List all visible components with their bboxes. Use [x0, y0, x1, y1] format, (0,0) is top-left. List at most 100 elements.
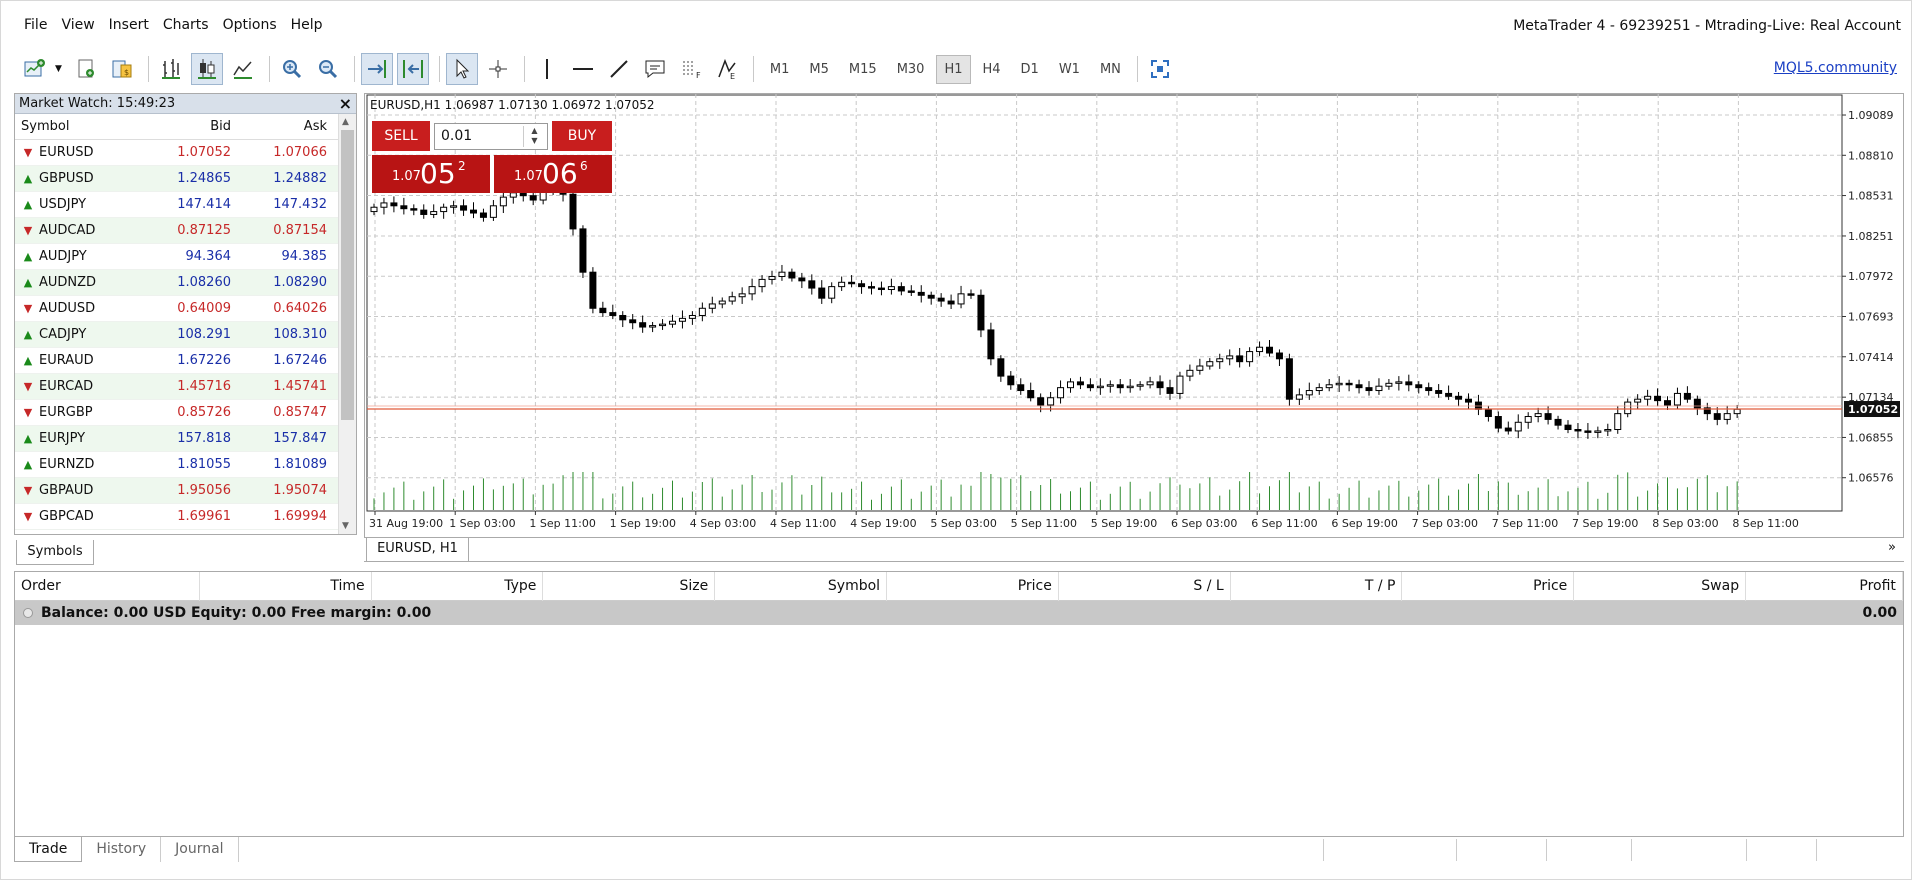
market-watch-button[interactable]: $ [106, 53, 138, 85]
column-symbol[interactable]: Symbol [15, 119, 141, 134]
market-watch-row[interactable]: ▼ GBPAUD 1.95056 1.95074 [15, 478, 356, 504]
tab-eurusd-h1[interactable]: EURUSD, H1 [366, 538, 469, 562]
ask-cell: 1.95074 [273, 483, 327, 498]
market-watch-row[interactable]: ▲ EURAUD 1.67226 1.67246 [15, 348, 356, 374]
buy-button[interactable]: BUY [552, 121, 612, 151]
menu-help[interactable]: Help [284, 17, 330, 33]
terminal-column-header[interactable]: Price [1402, 571, 1575, 601]
timeframe-m1[interactable]: M1 [762, 55, 798, 84]
candle-body [738, 293, 746, 298]
timeframe-mn[interactable]: MN [1092, 55, 1129, 84]
symbol-name: EURUSD [39, 145, 94, 160]
market-watch-row[interactable]: ▼ EURUSD 1.07052 1.07066 [15, 140, 356, 166]
candle-body [728, 296, 736, 302]
buy-price[interactable]: 1.07 06 6 [494, 155, 612, 193]
expert-button[interactable]: E [711, 53, 743, 85]
auto-scroll-button[interactable] [360, 53, 393, 85]
bid-cell: 1.07052 [177, 145, 231, 160]
zoom-out-button[interactable] [312, 53, 344, 85]
menu-bar: File View Insert Charts Options Help Met… [1, 1, 1911, 49]
x-tick-label: 8 Sep 11:00 [1732, 517, 1798, 530]
market-watch-row[interactable]: ▼ AUDUSD 0.64009 0.64026 [15, 296, 356, 322]
dropdown-arrow-icon[interactable]: ▼ [55, 64, 62, 74]
column-bid[interactable]: Bid [141, 119, 237, 134]
scroll-down-icon[interactable]: ▼ [342, 521, 349, 531]
market-watch-row[interactable]: ▲ AUDNZD 1.08260 1.08290 [15, 270, 356, 296]
sell-price-sup: 2 [458, 159, 466, 173]
symbol-name: EURJPY [39, 431, 86, 446]
column-ask[interactable]: Ask [237, 119, 333, 134]
x-tick-label: 6 Sep 11:00 [1251, 517, 1317, 530]
timeframe-m5[interactable]: M5 [801, 55, 837, 84]
candle-body [1096, 385, 1104, 389]
terminal-column-header[interactable]: Symbol [715, 571, 888, 601]
lot-spinner[interactable]: ▲ ▼ [523, 126, 545, 147]
fullscreen-button[interactable] [1144, 53, 1176, 85]
balance-row[interactable]: Balance: 0.00 USD Equity: 0.00 Free marg… [15, 601, 1903, 625]
arrow-up-icon: ▲ [23, 432, 33, 445]
terminal-column-header[interactable]: Time [200, 571, 372, 601]
terminal-column-header[interactable]: Size [543, 571, 716, 601]
menu-charts[interactable]: Charts [156, 17, 216, 33]
profiles-button[interactable] [70, 53, 102, 85]
market-watch-row[interactable]: ▲ EURNZD 1.81055 1.81089 [15, 452, 356, 478]
scroll-up-icon[interactable]: ▲ [342, 117, 349, 127]
terminal-column-header[interactable]: Type [372, 571, 544, 601]
fibonacci-button[interactable]: F [675, 53, 707, 85]
market-watch-row[interactable]: ▲ CADJPY 108.291 108.310 [15, 322, 356, 348]
zoom-in-icon [282, 60, 301, 79]
cursor-button[interactable] [445, 53, 478, 85]
timeframe-h1[interactable]: H1 [936, 54, 971, 84]
zoom-in-button[interactable] [276, 53, 308, 85]
market-watch-row[interactable]: ▲ GBPUSD 1.24865 1.24882 [15, 166, 356, 192]
menu-file[interactable]: File [17, 17, 54, 33]
market-watch-row[interactable]: ▼ AUDCAD 0.87125 0.87154 [15, 218, 356, 244]
timeframe-w1[interactable]: W1 [1051, 55, 1088, 84]
lot-size-input[interactable]: 0.01 ▲ ▼ [434, 123, 548, 150]
market-watch-row[interactable]: ▼ GBPCAD 1.69961 1.69994 [15, 504, 356, 530]
market-watch-row[interactable]: ▼ EURCAD 1.45716 1.45741 [15, 374, 356, 400]
timeframe-d1[interactable]: D1 [1013, 55, 1047, 84]
terminal-column-header[interactable]: S / L [1059, 571, 1231, 601]
terminal-column-header[interactable]: T / P [1231, 571, 1403, 601]
terminal-column-header[interactable]: Swap [1574, 571, 1747, 601]
market-watch-row[interactable]: ▲ AUDJPY 94.364 94.385 [15, 244, 356, 270]
candle-body [1335, 382, 1343, 386]
scrollbar-thumb[interactable] [341, 130, 354, 420]
menu-options[interactable]: Options [216, 17, 284, 33]
candlestick-icon [197, 59, 216, 79]
trendline-button[interactable] [603, 53, 635, 85]
candle-body [1067, 381, 1074, 389]
timeframe-h4[interactable]: H4 [975, 55, 1009, 84]
terminal-column-header[interactable]: Profit [1746, 571, 1903, 601]
market-watch-row[interactable]: ▼ EURGBP 0.85726 0.85747 [15, 400, 356, 426]
new-chart-button[interactable] [19, 53, 51, 85]
bar-chart-button[interactable] [155, 53, 187, 85]
market-watch-row[interactable]: ▲ EURJPY 157.818 157.847 [15, 426, 356, 452]
bid-cell: 94.364 [185, 249, 232, 264]
more-tabs-icon[interactable]: » [1888, 540, 1896, 555]
menu-view[interactable]: View [54, 17, 101, 33]
candlesticks-button[interactable] [190, 53, 223, 85]
menu-insert[interactable]: Insert [102, 17, 156, 33]
terminal-column-header[interactable]: Price [887, 571, 1059, 601]
timeframe-m30[interactable]: M30 [889, 55, 933, 84]
horizontal-line-button[interactable] [567, 53, 599, 85]
text-label-button[interactable] [639, 53, 671, 85]
sell-button[interactable]: SELL [372, 121, 430, 151]
market-watch-scrollbar[interactable]: ▲ ▼ [338, 114, 356, 534]
vertical-line-button[interactable] [531, 53, 563, 85]
tab-symbols[interactable]: Symbols [16, 540, 94, 565]
bid-cell: 0.85726 [177, 405, 231, 420]
market-watch-row[interactable]: ▲ USDJPY 147.414 147.432 [15, 192, 356, 218]
candle-body [1047, 397, 1055, 406]
timeframe-m15[interactable]: M15 [841, 55, 885, 84]
chart-shift-button[interactable] [396, 53, 429, 85]
close-icon[interactable]: × [339, 94, 352, 113]
sell-price[interactable]: 1.07 05 2 [372, 155, 490, 193]
crosshair-button[interactable] [482, 53, 514, 85]
candle-body [1484, 408, 1492, 418]
terminal-column-header[interactable]: Order [15, 571, 200, 601]
mql5-community-link[interactable]: MQL5.community [1774, 60, 1897, 76]
line-chart-button[interactable] [227, 53, 259, 85]
